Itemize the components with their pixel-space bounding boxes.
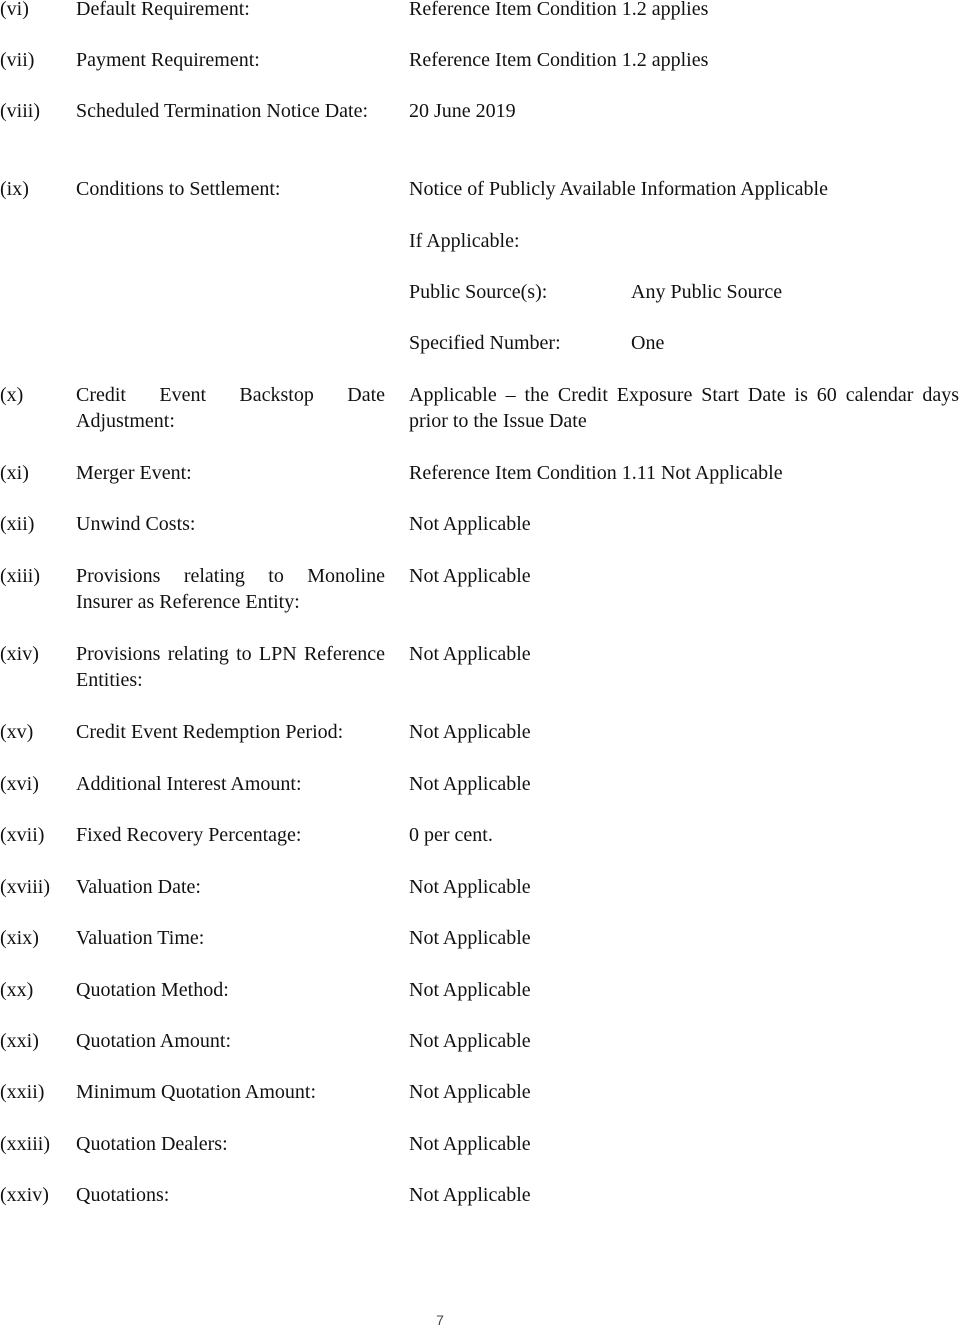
item-value: Not Applicable	[409, 513, 531, 535]
item-label: Fixed Recovery Percentage:	[76, 824, 302, 846]
item-number: (xxiv)	[0, 1184, 49, 1206]
item-label: Credit Event Redemption Period:	[76, 721, 344, 743]
specified-number-label: Specified Number:	[409, 332, 561, 354]
item-number: (xvi)	[0, 773, 39, 795]
specified-number-value: One	[631, 332, 665, 354]
item-label: Payment Requirement:	[76, 49, 260, 71]
item-number: (xx)	[0, 979, 34, 1001]
item-value: Notice of Publicly Available Information…	[409, 178, 828, 200]
item-number: (xiii)	[0, 565, 40, 587]
item-label: Valuation Time:	[76, 927, 205, 949]
item-label: Merger Event:	[76, 462, 192, 484]
item-number: (xviii)	[0, 876, 50, 898]
item-value: Not Applicable	[409, 643, 531, 665]
item-value: Reference Item Condition 1.11 Not Applic…	[409, 462, 783, 484]
item-number: (xiv)	[0, 643, 39, 665]
item-label: Minimum Quotation Amount:	[76, 1081, 317, 1103]
item-label: Conditions to Settlement:	[76, 178, 281, 200]
item-number: (xxi)	[0, 1030, 39, 1052]
item-value: Not Applicable	[409, 1184, 531, 1206]
item-label: Quotation Amount:	[76, 1030, 231, 1052]
if-applicable-heading: If Applicable:	[409, 230, 520, 252]
item-number: (xi)	[0, 462, 29, 484]
item-value: Not Applicable	[409, 979, 531, 1001]
item-number: (ix)	[0, 178, 29, 200]
item-number: (xvii)	[0, 824, 45, 846]
item-label: Scheduled Termination Notice Date:	[76, 100, 369, 122]
item-number: (xv)	[0, 721, 34, 743]
item-label: Default Requirement:	[76, 0, 250, 20]
item-number: (viii)	[0, 100, 40, 122]
item-value: Not Applicable	[409, 876, 531, 898]
item-value: Not Applicable	[409, 1133, 531, 1155]
item-label: Quotations:	[76, 1184, 170, 1206]
item-value: Applicable – the Credit Exposure Start D…	[409, 384, 959, 432]
public-source-value: Any Public Source	[631, 281, 783, 303]
item-value: Reference Item Condition 1.2 applies	[409, 49, 709, 71]
item-number: (vi)	[0, 0, 29, 20]
item-value: Not Applicable	[409, 773, 531, 795]
item-value: Not Applicable	[409, 1030, 531, 1052]
item-value: 0 per cent.	[409, 824, 493, 846]
item-value: 20 June 2019	[409, 100, 516, 122]
item-value: Not Applicable	[409, 565, 531, 587]
item-value: Reference Item Condition 1.2 applies	[409, 0, 709, 20]
item-label: Valuation Date:	[76, 876, 201, 898]
page-number: 7	[436, 1312, 444, 1328]
item-value: Not Applicable	[409, 1081, 531, 1103]
public-source-label: Public Source(s):	[409, 281, 548, 303]
item-label: Quotation Method:	[76, 979, 229, 1001]
item-number: (x)	[0, 384, 24, 406]
item-number: (xii)	[0, 513, 35, 535]
item-value: Not Applicable	[409, 927, 531, 949]
item-label: Credit Event Backstop Date Adjustment:	[76, 384, 385, 432]
item-number: (xix)	[0, 927, 39, 949]
item-label: Unwind Costs:	[76, 513, 196, 535]
item-number: (vii)	[0, 49, 35, 71]
item-value: Not Applicable	[409, 721, 531, 743]
item-label: Additional Interest Amount:	[76, 773, 302, 795]
item-number: (xxiii)	[0, 1133, 50, 1155]
item-number: (xxii)	[0, 1081, 45, 1103]
item-label: Provisions relating to LPN Reference Ent…	[76, 643, 385, 691]
item-label: Provisions relating to Monoline Insurer …	[76, 565, 385, 613]
item-label: Quotation Dealers:	[76, 1133, 228, 1155]
